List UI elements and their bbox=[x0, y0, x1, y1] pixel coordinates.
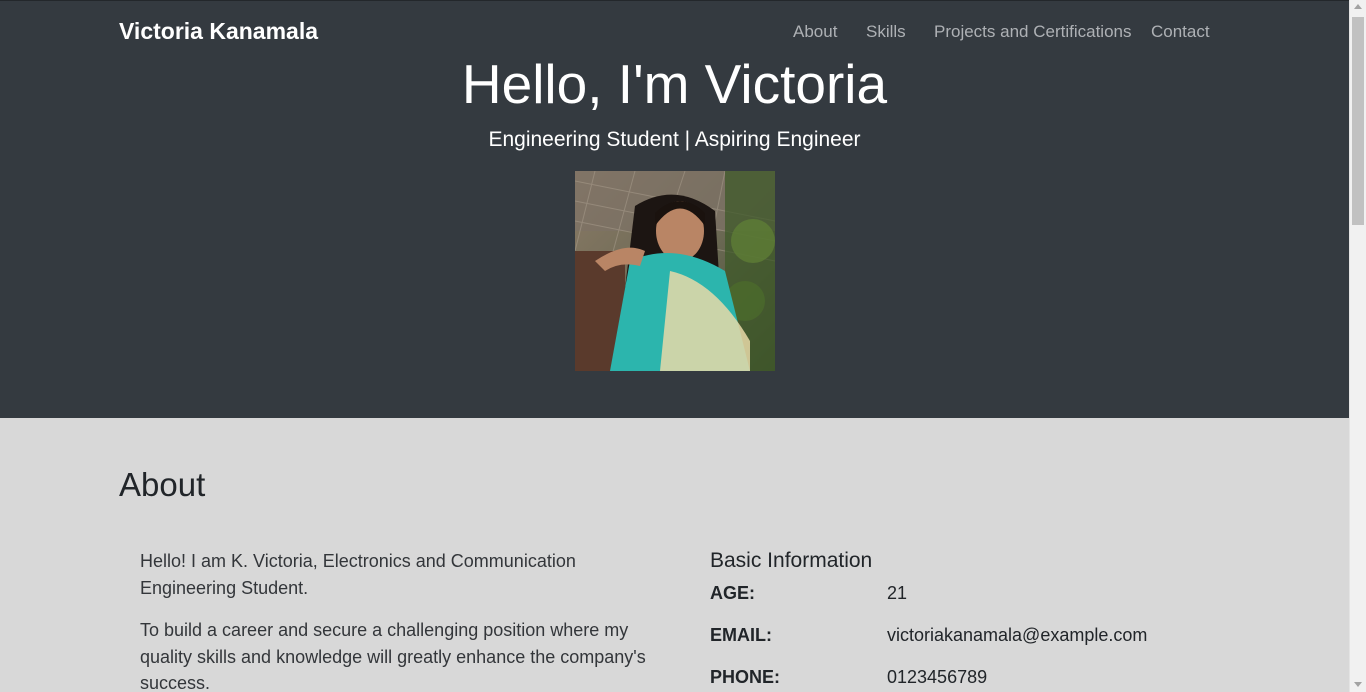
nav-link-about[interactable]: About bbox=[793, 22, 837, 42]
scroll-down-arrow-icon[interactable] bbox=[1354, 682, 1362, 687]
info-row-phone: PHONE: 0123456789 bbox=[710, 667, 1230, 692]
page: Victoria Kanamala About Skills Projects … bbox=[0, 0, 1349, 692]
basic-information: Basic Information AGE: 21 EMAIL: victori… bbox=[710, 547, 1230, 692]
info-row-email: EMAIL: victoriakanamala@example.com bbox=[710, 625, 1230, 667]
info-value: victoriakanamala@example.com bbox=[887, 625, 1148, 645]
hero-section: Victoria Kanamala About Skills Projects … bbox=[0, 0, 1349, 418]
info-row-age: AGE: 21 bbox=[710, 583, 1230, 625]
about-objective: To build a career and secure a challengi… bbox=[140, 620, 646, 692]
nav-link-skills[interactable]: Skills bbox=[866, 22, 906, 42]
about-heading: About bbox=[119, 466, 206, 503]
scroll-up-arrow-icon[interactable] bbox=[1354, 4, 1362, 9]
info-key: EMAIL: bbox=[710, 625, 772, 645]
hero-subtitle: Engineering Student | Aspiring Engineer bbox=[488, 128, 861, 151]
about-text: Hello! I am K. Victoria, Electronics and… bbox=[140, 548, 660, 692]
hero-title: Hello, I'm Victoria bbox=[461, 53, 888, 115]
about-intro: Hello! I am K. Victoria, Electronics and… bbox=[140, 551, 576, 598]
info-value: 21 bbox=[887, 583, 908, 603]
vertical-scrollbar[interactable] bbox=[1349, 0, 1366, 692]
info-key: PHONE: bbox=[710, 667, 781, 687]
basic-info-heading: Basic Information bbox=[710, 549, 873, 572]
scrollbar-thumb[interactable] bbox=[1352, 17, 1364, 225]
info-value: 0123456789 bbox=[887, 667, 988, 687]
info-key: AGE: bbox=[710, 583, 755, 603]
navbar-nav: About Skills Projects and Certifications… bbox=[0, 22, 1349, 44]
profile-photo-image bbox=[575, 171, 775, 371]
nav-link-contact[interactable]: Contact bbox=[1151, 22, 1210, 42]
nav-link-projects[interactable]: Projects and Certifications bbox=[934, 22, 1131, 42]
profile-photo bbox=[575, 171, 775, 371]
